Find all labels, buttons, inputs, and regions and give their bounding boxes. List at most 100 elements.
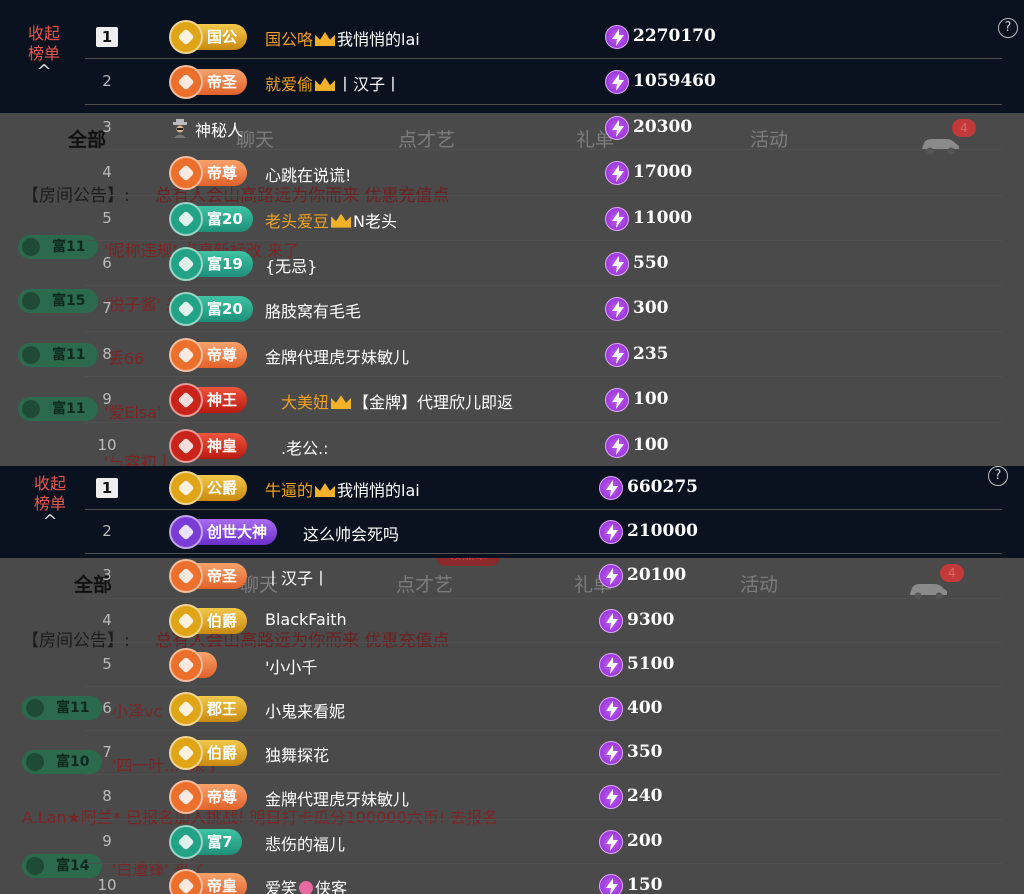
level-emblem-icon	[169, 292, 203, 327]
level-badge: 富20	[169, 201, 253, 236]
level-badge-label: 神王	[207, 391, 238, 410]
user-display-name[interactable]: 胳肢窝有毛毛	[265, 298, 361, 322]
level-emblem-icon	[169, 65, 203, 100]
lightning-icon	[599, 873, 623, 894]
user-display-name[interactable]: '小小千	[265, 654, 317, 678]
user-display-name[interactable]: 金牌代理虎牙妹敏儿	[265, 344, 409, 368]
leaderboard-row[interactable]: 5 '小小千 5100	[85, 643, 1002, 687]
user-prefix: 就爱偷	[265, 75, 314, 95]
lightning-icon	[605, 206, 629, 231]
leaderboard-row[interactable]: 1 公爵 牛逼的 我悄悄的lai 660275	[85, 466, 1002, 511]
leaderboard-row[interactable]: 7 富20 胳肢窝有毛毛 300	[85, 286, 1002, 332]
lightning-icon	[605, 252, 629, 276]
contribution-score: 200	[627, 830, 663, 851]
user-display-name[interactable]: 悲伤的福儿	[265, 831, 345, 855]
rank-number: 3	[102, 566, 112, 585]
level-badge: 帝尊	[169, 337, 248, 372]
rank-number: 4	[102, 610, 112, 629]
user-display-name[interactable]: 国公咯 我悄悄的lai	[265, 26, 420, 50]
user-name: 丨汉子丨	[265, 569, 330, 589]
level-badge: 富7	[169, 824, 243, 859]
leaderboard-row[interactable]: 3 帝圣 丨汉子丨 20100	[85, 554, 1002, 599]
level-badge-label: 帝皇	[207, 876, 238, 894]
level-badge: 郡王	[169, 692, 248, 726]
leaderboard-row[interactable]: 3 神秘人 20300	[85, 105, 1002, 151]
leaderboard-row[interactable]: 7 伯爵 独舞探花 350	[85, 731, 1002, 776]
rank-number: 6	[102, 699, 112, 717]
rank-number: 8	[102, 344, 112, 363]
user-display-name[interactable]: 爱笑 侠客	[265, 875, 347, 894]
user-display-name[interactable]: 心跳在说谎!	[265, 162, 351, 186]
level-badge: 神王	[169, 383, 248, 418]
contribution-score: 9300	[627, 609, 675, 630]
leaderboard-row[interactable]: 8 帝尊 金牌代理虎牙妹敏儿 240	[85, 775, 1002, 820]
level-badge: 伯爵	[169, 603, 248, 638]
leaderboard-row[interactable]: 9 富7 悲伤的福儿 200	[85, 820, 1002, 864]
leaderboard-row[interactable]: 6 富19 {无忌} 550	[85, 241, 1002, 287]
leaderboard-row[interactable]: 5 富20 老头爱豆 N老头 11000	[85, 196, 1002, 241]
user-prefix: 老头爱豆	[265, 211, 330, 231]
level-badge-label: 帝尊	[207, 345, 238, 364]
collapse-label: 收起榜单	[27, 24, 60, 63]
user-display-name[interactable]: 丨汉子丨	[265, 565, 329, 589]
collapse-leaderboard-button[interactable]: 收起榜单 ^	[14, 24, 74, 81]
lightning-icon	[605, 70, 629, 95]
leaderboard-panel-top: 全部 聊天 点才艺 礼单 活动 4 【房间公告】: 总有人会山高路远为你而来 优…	[0, 0, 1024, 466]
user-name: 独舞探花	[265, 746, 330, 766]
rank-number: 10	[97, 875, 117, 894]
user-display-name[interactable]: 牛逼的 我悄悄的lai	[265, 477, 420, 501]
user-display-name[interactable]: 金牌代理虎牙妹敏儿	[265, 786, 409, 810]
leaderboard-row[interactable]: 1 国公 国公咯 我悄悄的lai 2270170	[85, 14, 1002, 60]
level-badge-label: 郡王	[207, 700, 238, 718]
contribution-score: 100	[633, 434, 669, 455]
user-name: 悲伤的福儿	[265, 834, 346, 854]
leaderboard-row[interactable]: 4 伯爵 BlackFaith 9300	[85, 599, 1002, 643]
lightning-icon	[605, 115, 629, 140]
lightning-icon	[599, 829, 623, 854]
leaderboard-row[interactable]: 4 帝尊 心跳在说谎! 17000	[85, 150, 1002, 196]
user-display-name[interactable]: 大美妞 【金牌】代理欣儿即返	[281, 389, 513, 413]
user-name: BlackFaith	[265, 609, 347, 629]
user-name: 小鬼来看妮	[265, 702, 346, 721]
user-display-name[interactable]: BlackFaith	[265, 610, 347, 629]
lightning-icon	[605, 342, 629, 367]
leaderboard-row[interactable]: 8 帝尊 金牌代理虎牙妹敏儿 235	[85, 332, 1002, 378]
rank-number: 9	[102, 390, 112, 409]
crown-icon	[331, 213, 352, 228]
user-display-name[interactable]: 小鬼来看妮	[265, 698, 345, 722]
leaderboard-panel-bottom: 全部 聊天 点才艺 礼单 活动 领徽章 4 【房间公告】: 总有人会山高路远为你…	[0, 466, 1024, 894]
collapse-leaderboard-button[interactable]: 收起榜单 ^	[20, 474, 80, 531]
leaderboard-row[interactable]: 10 神皇 .老公.: 100	[85, 423, 1002, 466]
user-display-name[interactable]: 神秘人	[195, 117, 243, 141]
level-emblem-icon	[169, 868, 203, 894]
leaderboard-row[interactable]: 10 帝皇 爱笑 侠客 150	[85, 864, 1002, 894]
level-badge: 创世大神	[169, 515, 278, 550]
rank-number: 7	[102, 299, 112, 318]
level-badge-label: 帝尊	[207, 788, 238, 807]
level-emblem-icon	[169, 337, 203, 372]
lightning-icon	[599, 652, 623, 677]
user-name: '小小千	[265, 657, 318, 677]
level-emblem-icon	[169, 428, 203, 463]
level-badge: 富20	[169, 292, 253, 327]
lightning-icon	[599, 476, 623, 500]
rank-number: 6	[102, 254, 112, 272]
user-display-name[interactable]: 老头爱豆 N老头	[265, 208, 397, 232]
user-display-name[interactable]: .老公.:	[281, 435, 329, 459]
leaderboard-row[interactable]: 9 神王 大美妞 【金牌】代理欣儿即返 100	[85, 377, 1002, 423]
user-display-name[interactable]: 这么帅会死吗	[303, 521, 399, 545]
help-icon[interactable]: ?	[988, 466, 1008, 486]
level-badge: 帝圣	[169, 559, 248, 594]
leaderboard-row[interactable]: 2 创世大神 这么帅会死吗 210000	[85, 510, 1002, 555]
level-emblem-icon	[169, 603, 203, 638]
rank-number: 5	[102, 208, 112, 227]
user-display-name[interactable]: {无忌}	[265, 253, 317, 277]
leaderboard-row[interactable]: 6 郡王 小鬼来看妮 400	[85, 687, 1002, 732]
level-badge-label: 帝尊	[207, 164, 238, 183]
user-display-name[interactable]: 就爱偷 丨汉子丨	[265, 71, 401, 95]
help-icon[interactable]: ?	[998, 18, 1018, 38]
contribution-score: 400	[627, 698, 663, 718]
lightning-icon	[605, 388, 629, 413]
leaderboard-row[interactable]: 2 帝圣 就爱偷 丨汉子丨 1059460	[85, 59, 1002, 105]
user-display-name[interactable]: 独舞探花	[265, 742, 329, 766]
